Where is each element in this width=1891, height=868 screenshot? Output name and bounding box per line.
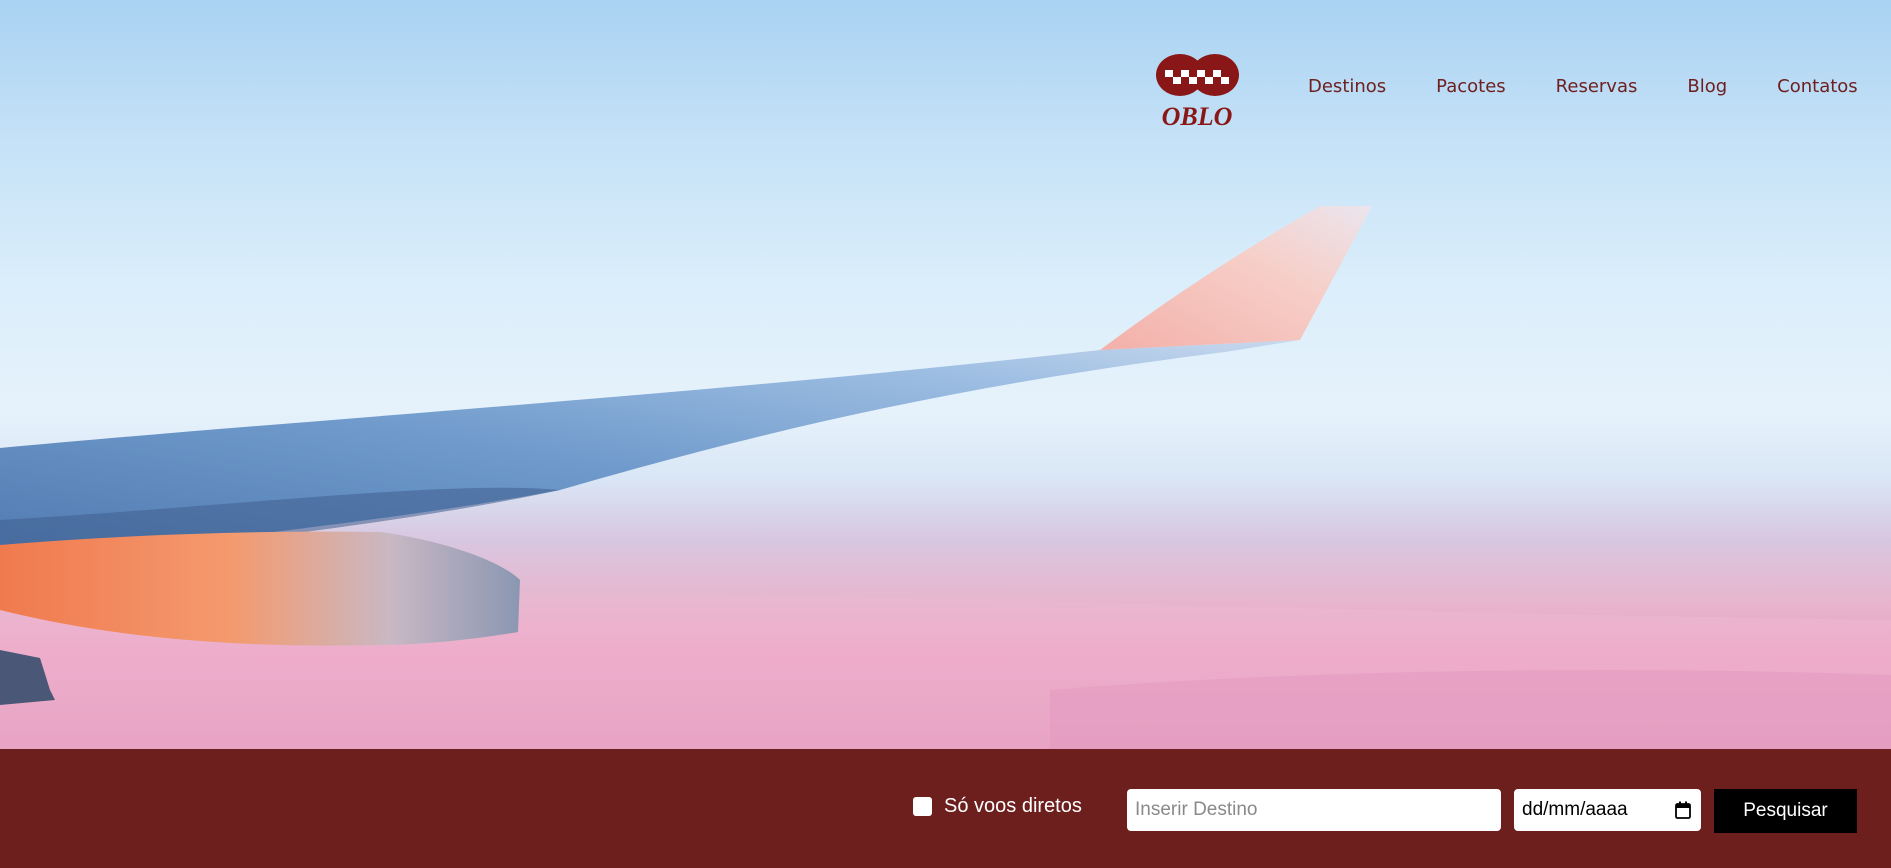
nav-destinos[interactable]: Destinos [1308, 76, 1386, 97]
page: OBLO Destinos Pacotes Reservas Blog Cont… [0, 0, 1891, 868]
nav-contatos[interactable]: Contatos [1777, 76, 1858, 97]
destination-input[interactable] [1127, 789, 1501, 831]
airplane-wing-image [0, 206, 1891, 749]
hero-banner: OBLO Destinos Pacotes Reservas Blog Cont… [0, 0, 1891, 749]
logo-wordmark: OBLO [1162, 102, 1233, 128]
nav-blog[interactable]: Blog [1687, 76, 1727, 97]
oblo-logo-icon[interactable]: OBLO [1145, 52, 1250, 128]
direct-flights-option[interactable]: Só voos diretos [913, 795, 1082, 818]
flight-search-bar: Só voos diretos dd/mm/aaaa Pesquisar [0, 749, 1891, 868]
date-input[interactable]: dd/mm/aaaa [1514, 789, 1701, 831]
direct-flights-label: Só voos diretos [944, 795, 1082, 817]
calendar-icon[interactable] [1675, 801, 1691, 819]
direct-flights-checkbox[interactable] [913, 797, 932, 816]
search-button[interactable]: Pesquisar [1714, 789, 1857, 833]
nav-reservas[interactable]: Reservas [1556, 76, 1638, 97]
nav-pacotes[interactable]: Pacotes [1436, 76, 1506, 97]
date-placeholder: dd/mm/aaaa [1522, 799, 1628, 820]
main-nav: Destinos Pacotes Reservas Blog Contatos [1308, 76, 1858, 97]
